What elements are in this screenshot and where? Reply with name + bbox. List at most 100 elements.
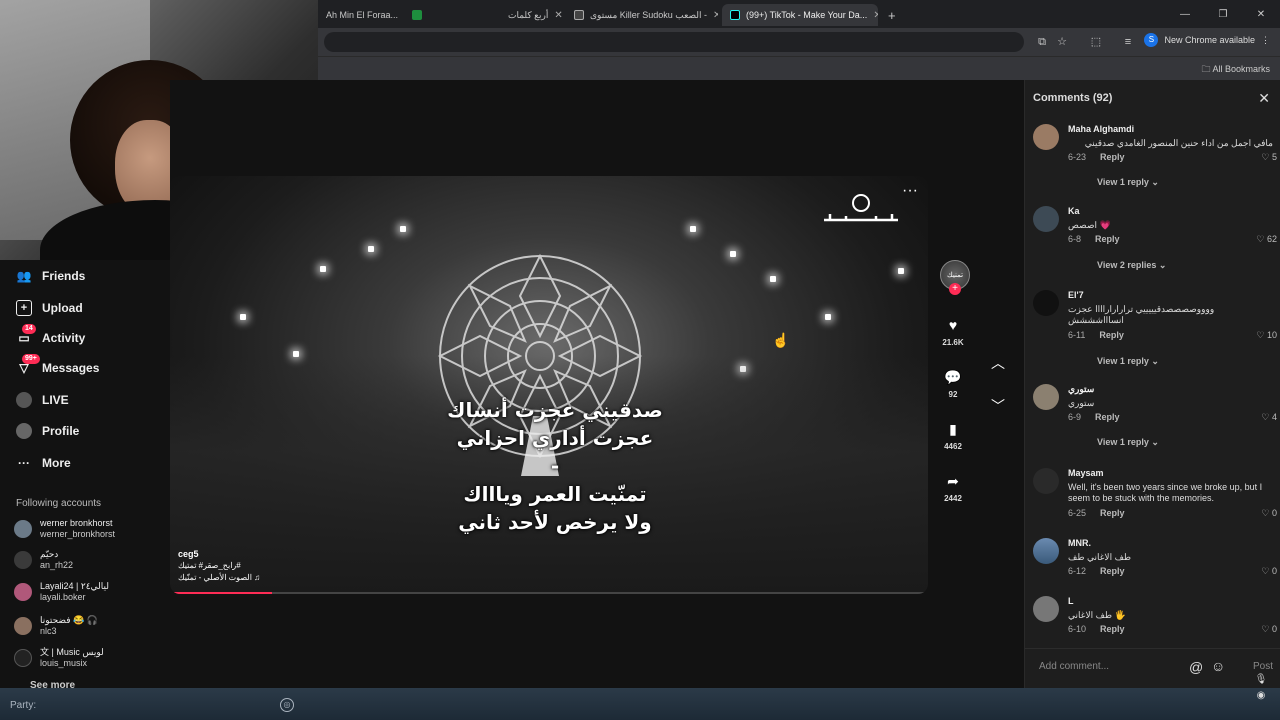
new-tab-button[interactable]: + <box>880 4 900 26</box>
sheets-icon <box>412 10 422 20</box>
reply-button[interactable]: Reply <box>1100 152 1125 162</box>
close-comments-icon[interactable]: ✕ <box>1258 90 1270 107</box>
sidebar-item-label: More <box>42 456 71 470</box>
comment-item: Maha Alghamdi مافي اجمل من اداء حنين الم… <box>1033 124 1277 204</box>
comment-like-count: 0 <box>1271 624 1277 634</box>
avatar[interactable] <box>1033 206 1059 232</box>
comment-like[interactable]: ♡ 10 <box>1256 330 1277 341</box>
avatar[interactable] <box>1033 538 1059 564</box>
all-bookmarks-button[interactable]: 🗀 All Bookmarks <box>1201 62 1270 78</box>
view-replies-button[interactable]: View 1 reply ⌄ <box>1097 177 1159 188</box>
following-accounts-title: Following accounts <box>16 498 102 509</box>
tab-close-icon[interactable]: ✕ <box>398 10 402 21</box>
comment-icon: 💬 <box>944 369 962 385</box>
tab-ah-min-el-foraa[interactable]: Ah Min El Foraa... ✕ <box>318 4 402 26</box>
previous-video-chevron-up-icon[interactable]: ︿ <box>988 353 1008 373</box>
post-button[interactable]: Post <box>1253 661 1273 672</box>
following-account[interactable]: werner bronkhorst werner_bronkhorst <box>14 518 115 540</box>
extensions-icon[interactable]: ⬚ <box>1088 34 1104 50</box>
profile-avatar[interactable]: S <box>1144 33 1159 47</box>
more-icon: ··· <box>18 456 30 470</box>
minimize-icon[interactable]: — <box>1166 9 1204 20</box>
lyric-line: ولا يرخص لأحد ثاني <box>458 510 652 534</box>
video-author[interactable]: ceg5 <box>178 548 260 560</box>
reply-button[interactable]: Reply <box>1100 624 1125 634</box>
video-progress-bar[interactable] <box>170 592 928 594</box>
tab-tiktok[interactable]: (99+) TikTok - Make Your Da... ✕ <box>722 4 878 26</box>
avatar[interactable] <box>1033 596 1059 622</box>
emoji-icon[interactable]: ☺ <box>1211 658 1225 674</box>
video-player[interactable]: صدقيني عجزت أنساك عجزت أداري احزاني - تم… <box>170 176 928 594</box>
sidebar-item-messages[interactable]: ▽ 99+ Messages <box>16 354 100 376</box>
reply-button[interactable]: Reply <box>1095 412 1120 422</box>
save-button[interactable]: ▮ 4462 <box>938 420 968 451</box>
sidebar-item-label: Messages <box>42 361 100 375</box>
sidebar-item-more[interactable]: ··· More <box>16 455 71 471</box>
new-chrome-available-button[interactable]: S New Chrome available ⋮ <box>1144 33 1270 47</box>
tab-arba-kalimat[interactable]: أربع كلمات ✕ <box>500 4 562 26</box>
following-account[interactable]: دحيّم an_rh22 <box>14 549 73 571</box>
sidebar-item-live[interactable]: LIVE <box>16 392 69 408</box>
comment-like[interactable]: ♡ 0 <box>1261 624 1277 635</box>
target-icon[interactable]: ◉ <box>1250 688 1272 704</box>
tab-close-icon[interactable]: ✕ <box>548 10 562 21</box>
tab-close-icon[interactable]: ✕ <box>867 10 878 21</box>
view-replies-button[interactable]: View 1 reply ⌄ <box>1097 356 1159 367</box>
comment-author[interactable]: MNR. <box>1068 538 1091 548</box>
view-replies-button[interactable]: View 2 replies ⌄ <box>1097 260 1166 271</box>
like-button[interactable]: ♥ 21.6K <box>938 316 968 347</box>
install-app-icon[interactable]: ⧉ <box>1034 34 1050 50</box>
comment-author[interactable]: ستوري <box>1068 384 1094 395</box>
following-account[interactable]: Layali24 | ليالي٢٤ layali.boker <box>14 581 109 603</box>
view-replies-button[interactable]: View 1 reply ⌄ <box>1097 437 1159 448</box>
comment-like[interactable]: ♡ 0 <box>1261 566 1277 577</box>
restore-icon[interactable]: ❐ <box>1204 9 1242 20</box>
reading-list-icon[interactable]: ≡ <box>1120 34 1136 50</box>
reply-button[interactable]: Reply <box>1095 234 1120 244</box>
video-sound[interactable]: الصوت الأصلي - تمنّيك ♫ <box>178 572 260 584</box>
bookmark-star-icon[interactable]: ☆ <box>1054 34 1070 50</box>
share-button[interactable]: ➦ 2442 <box>938 472 968 503</box>
kebab-menu-icon[interactable]: ⋮ <box>1261 35 1270 46</box>
address-bar[interactable] <box>324 32 1024 52</box>
reply-button[interactable]: Reply <box>1100 566 1125 576</box>
party-label[interactable]: Party: <box>10 700 36 711</box>
comment-author[interactable]: Ka <box>1068 206 1080 216</box>
following-account[interactable]: فضحتونا 😂 🎧 nlc3 <box>14 615 98 637</box>
close-window-icon[interactable]: ✕ <box>1242 9 1280 20</box>
comment-button[interactable]: 💬 92 <box>938 368 968 399</box>
sidebar-item-activity[interactable]: ▭ 14 Activity <box>16 324 85 346</box>
avatar[interactable] <box>1033 384 1059 410</box>
avatar[interactable] <box>1033 290 1059 316</box>
party-settings-icon[interactable]: ◎ <box>280 698 294 712</box>
comment-author[interactable]: Maysam <box>1068 468 1104 478</box>
tab-label: مستوى Killer Sudoku الصعب - <box>590 9 708 20</box>
mention-at-icon[interactable]: @ <box>1189 659 1203 675</box>
comment-like[interactable]: ♡ 4 <box>1261 412 1277 423</box>
comment-like[interactable]: ♡ 0 <box>1261 508 1277 519</box>
tab-sheets[interactable] <box>404 4 500 26</box>
sidebar-item-upload[interactable]: + Upload <box>16 300 83 316</box>
following-account[interactable]: 文 | Music لويس louis_musix <box>14 647 104 669</box>
tab-close-icon[interactable]: ✕ <box>707 10 718 21</box>
video-progress-fill <box>170 592 273 594</box>
comment-author[interactable]: Maha Alghamdi <box>1068 124 1134 134</box>
sidebar-item-friends[interactable]: 👥 Friends <box>16 268 86 284</box>
reply-button[interactable]: Reply <box>1099 330 1124 340</box>
avatar[interactable] <box>1033 468 1059 494</box>
stage-light <box>320 266 326 272</box>
video-hashtags[interactable]: رابح_صقر# تمتيك# <box>178 560 260 572</box>
follow-plus-icon[interactable]: + <box>949 283 961 295</box>
comment-like[interactable]: ♡ 62 <box>1256 234 1277 245</box>
add-comment-input[interactable]: Add comment... <box>1039 661 1109 672</box>
comment-author[interactable]: L <box>1068 596 1074 606</box>
tab-label: أربع كلمات <box>508 9 549 20</box>
comment-like[interactable]: ♡ 5 <box>1261 152 1277 163</box>
avatar[interactable] <box>1033 124 1059 150</box>
next-video-chevron-down-icon[interactable]: ﹀ <box>988 396 1008 416</box>
sidebar-item-profile[interactable]: Profile <box>16 423 79 439</box>
tab-killer-sudoku[interactable]: مستوى Killer Sudoku الصعب - ✕ <box>566 4 718 26</box>
reply-button[interactable]: Reply <box>1100 508 1125 518</box>
comment-author[interactable]: El'7 <box>1068 290 1084 300</box>
microphone-icon[interactable]: 🎙 <box>1250 672 1272 688</box>
